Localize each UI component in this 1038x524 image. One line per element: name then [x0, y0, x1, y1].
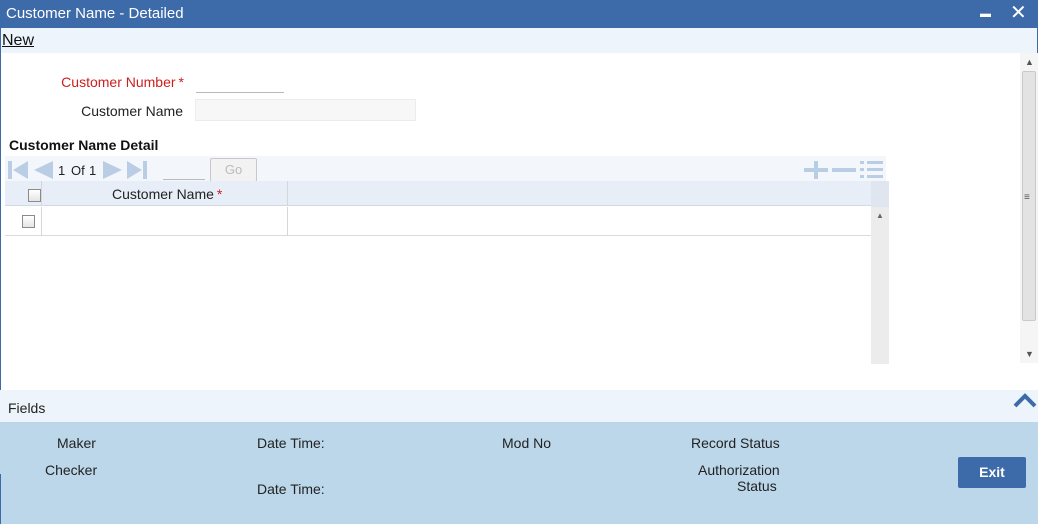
column-divider	[41, 181, 42, 206]
customer-name-label: Customer Name	[81, 103, 183, 119]
new-link[interactable]: New	[2, 32, 34, 50]
prev-page-icon[interactable]	[32, 160, 54, 180]
grid-header: Customer Name *	[5, 181, 871, 206]
grid-scrollbar-header	[871, 181, 889, 207]
scroll-down-icon[interactable]: ▼	[1025, 349, 1034, 359]
customer-name-input[interactable]	[195, 99, 416, 121]
record-status-label: Record Status	[691, 435, 780, 451]
first-page-icon[interactable]	[7, 160, 29, 180]
fields-bar: Fields	[0, 390, 1038, 422]
column-header-customer-name[interactable]: Customer Name *	[112, 186, 222, 202]
customer-number-label-text: Customer Number	[61, 74, 176, 90]
single-view-icon[interactable]	[859, 160, 885, 180]
delete-row-icon[interactable]	[831, 160, 857, 180]
scrollbar-grip-icon: ≡	[1024, 192, 1030, 203]
customer-number-label: Customer Number *	[60, 74, 184, 90]
authorization-status-label-line2: Status	[737, 478, 777, 494]
page-number-input[interactable]	[163, 160, 205, 180]
column-divider	[287, 181, 288, 206]
scroll-up-icon[interactable]: ▲	[1025, 57, 1034, 67]
required-marker: *	[216, 186, 223, 202]
window-title-bar: Customer Name - Detailed ▬ ✕	[0, 0, 1038, 28]
mod-no-label: Mod No	[502, 435, 552, 451]
maker-date-time-label: Date Time:	[257, 435, 325, 451]
current-page: 1	[58, 163, 66, 178]
section-title: Customer Name Detail	[9, 137, 159, 153]
checker-label: Checker	[45, 462, 98, 478]
audit-footer: Maker Checker Date Time: Date Time: Mod …	[0, 422, 1038, 524]
select-all-checkbox[interactable]	[28, 189, 41, 202]
row-customer-name-input[interactable]	[45, 210, 283, 232]
grid-scrollbar[interactable]: ▲	[871, 181, 889, 364]
scroll-up-icon[interactable]: ▲	[876, 211, 884, 220]
main-scrollbar[interactable]: ▲ ≡ ▼	[1020, 53, 1038, 363]
minimize-icon[interactable]: ▬	[980, 8, 991, 20]
window-border	[0, 474, 1, 524]
add-row-icon[interactable]	[803, 160, 829, 180]
column-header-label: Customer Name	[112, 186, 214, 202]
menu-bar: New	[0, 28, 1038, 53]
close-icon[interactable]: ✕	[1010, 0, 1027, 25]
total-pages: 1	[89, 163, 97, 178]
column-divider	[287, 207, 288, 236]
collapse-chevron-icon[interactable]	[1012, 390, 1038, 412]
go-button[interactable]: Go	[210, 158, 257, 182]
checker-date-time-label: Date Time:	[257, 481, 325, 497]
maker-label: Maker	[57, 435, 96, 451]
row-checkbox[interactable]	[22, 215, 35, 228]
fields-label[interactable]: Fields	[8, 400, 45, 416]
window-title: Customer Name - Detailed	[6, 5, 184, 22]
column-divider	[41, 207, 42, 236]
customer-number-input[interactable]	[196, 71, 284, 93]
next-page-icon[interactable]	[102, 160, 124, 180]
customer-name-grid: Customer Name * ▲	[5, 181, 889, 364]
required-marker: *	[178, 74, 184, 90]
of-label: Of	[71, 163, 85, 178]
grid-pager: 1 Of 1 Go	[5, 156, 886, 183]
authorization-status-label-line1: Authorization	[698, 462, 780, 478]
exit-button[interactable]: Exit	[958, 457, 1026, 488]
last-page-icon[interactable]	[126, 160, 148, 180]
table-row	[5, 207, 871, 236]
